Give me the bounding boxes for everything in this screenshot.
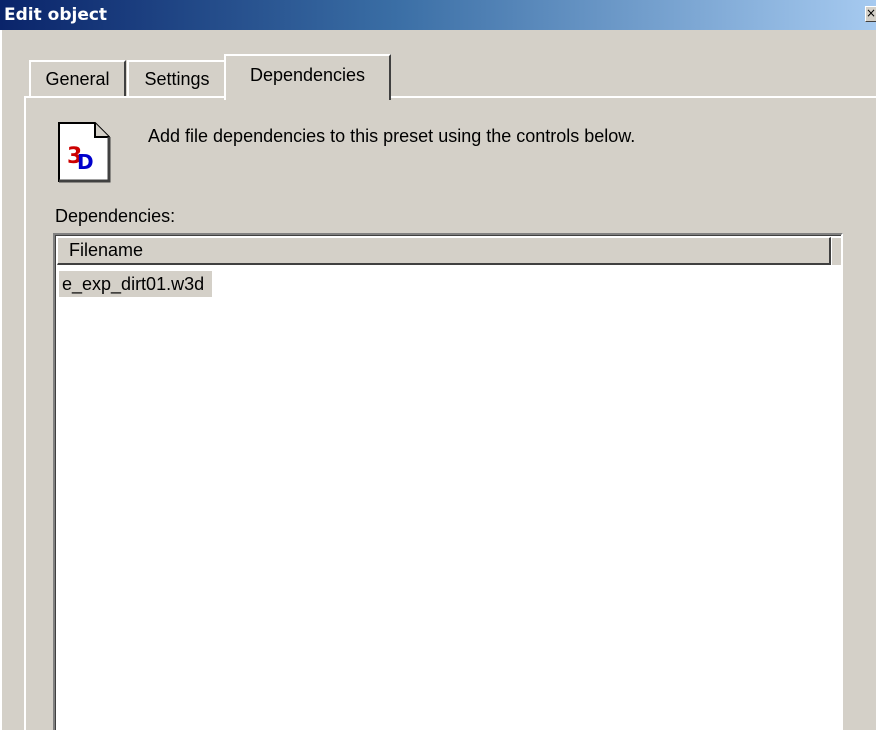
instruction-text: Add file dependencies to this preset usi… bbox=[148, 126, 636, 146]
title-bar[interactable]: Edit object × bbox=[0, 0, 876, 30]
filename-column-header[interactable]: Filename bbox=[57, 237, 831, 265]
dependencies-list[interactable]: Filename e_exp_dirt01.w3d bbox=[53, 233, 843, 730]
tab-settings[interactable]: Settings bbox=[127, 60, 227, 96]
tab-general[interactable]: General bbox=[29, 60, 126, 96]
svg-text:D: D bbox=[77, 150, 94, 174]
window-title: Edit object bbox=[4, 5, 108, 25]
edit-object-window: Edit object × General Settings Dependenc… bbox=[0, 0, 876, 730]
tab-dependencies[interactable]: Dependencies bbox=[224, 54, 391, 100]
close-button[interactable]: × bbox=[865, 6, 876, 22]
column-header-filler bbox=[831, 237, 841, 265]
dependencies-label: Dependencies: bbox=[55, 206, 176, 226]
window-border bbox=[0, 30, 2, 730]
list-item[interactable]: e_exp_dirt01.w3d bbox=[59, 271, 213, 297]
list-frame bbox=[55, 235, 841, 730]
3d-file-icon: 3 D bbox=[58, 122, 111, 183]
